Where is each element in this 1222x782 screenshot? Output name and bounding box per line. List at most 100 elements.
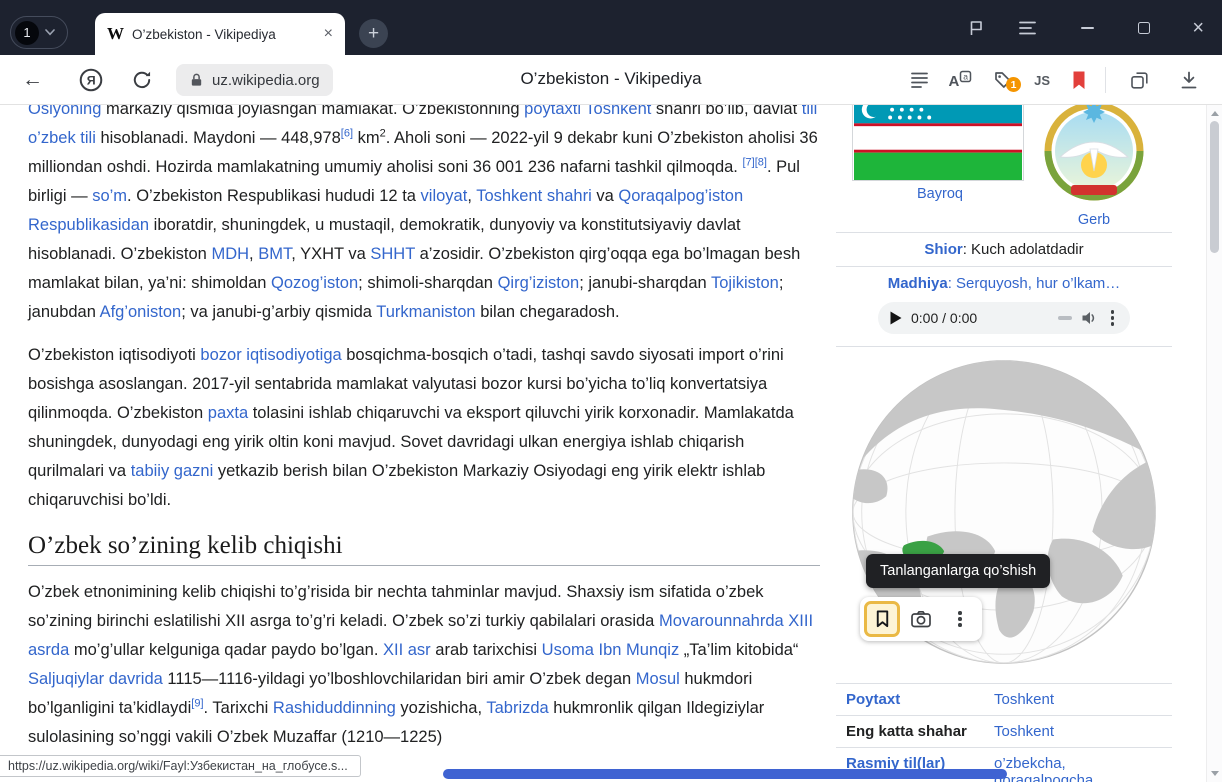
text-run: O’zbekiston iqtisodiyoti: [28, 346, 200, 364]
paragraph: O’zbekiston iqtisodiyoti bozor iqtisodiy…: [28, 341, 820, 515]
vertical-scrollbar[interactable]: [1206, 105, 1222, 782]
text-run: , YXHT va: [291, 245, 370, 263]
flag-caption-link[interactable]: Bayroq: [852, 186, 1028, 202]
wiki-link[interactable]: Tojikiston: [711, 274, 779, 292]
back-button[interactable]: ←: [22, 55, 43, 105]
scroll-down-arrow[interactable]: [1211, 771, 1219, 776]
bookmark-flag-button[interactable]: [1070, 55, 1088, 105]
search-by-image-button[interactable]: [903, 601, 939, 637]
svg-text:Я: Я: [87, 74, 96, 88]
add-to-collections-button[interactable]: [864, 601, 900, 637]
toolbar-divider: [1105, 67, 1106, 93]
language-link-2[interactable]: qoraqalpoqcha: [994, 772, 1093, 782]
svg-text:A: A: [949, 73, 960, 90]
wiki-link[interactable]: Qozog’iston: [271, 274, 358, 292]
wiki-link[interactable]: MDH: [211, 245, 249, 263]
text-run: va: [592, 187, 619, 205]
largest-city-value-link[interactable]: Toshkent: [994, 723, 1054, 740]
audio-player[interactable]: 0:00 / 0:00: [878, 302, 1130, 334]
volume-icon[interactable]: [1081, 310, 1098, 326]
uzbekistan-emblem-image[interactable]: [1042, 99, 1146, 203]
text-run: . Tarixchi: [204, 699, 273, 717]
tabs-sync-button[interactable]: [1129, 55, 1150, 105]
copy-tabs-icon: [1129, 70, 1150, 91]
text-run: O’zbek etnonimining kelib chiqishi to’g’…: [28, 583, 764, 630]
translate-button[interactable]: A a: [947, 55, 972, 105]
text-run: yozishicha,: [396, 699, 487, 717]
js-extension-button[interactable]: JS: [1034, 55, 1050, 105]
maximize-icon: [1138, 22, 1150, 34]
chevron-down-icon: [45, 29, 55, 36]
capital-label-link[interactable]: Poytaxt: [846, 691, 994, 708]
infobox-row-capital: Poytaxt Toshkent: [836, 684, 1172, 716]
image-more-actions-button[interactable]: [942, 601, 978, 637]
section-heading: O’zbek so’zining kelib chiqishi: [28, 531, 820, 566]
uzbekistan-flag-image[interactable]: [852, 95, 1024, 181]
bookmarks-panel-icon[interactable]: [967, 0, 985, 55]
yandex-button[interactable]: Я: [78, 55, 104, 105]
tab-group-chip[interactable]: 1: [10, 16, 68, 49]
reader-mode-button[interactable]: [909, 55, 930, 105]
country-infobox: Bayroq: [836, 95, 1172, 782]
scroll-up-arrow[interactable]: [1211, 111, 1219, 116]
text-run: ; janubi-sharqdan: [579, 274, 711, 292]
language-link-1[interactable]: o’zbekcha,: [994, 755, 1093, 772]
wiki-link[interactable]: Afg’oniston: [100, 303, 182, 321]
text-run: ; va janubi-g’arbiy qismida: [181, 303, 376, 321]
address-bar[interactable]: uz.wikipedia.org: [176, 64, 333, 96]
maximize-button[interactable]: [1138, 0, 1150, 55]
wiki-link[interactable]: viloyat: [421, 187, 468, 205]
downloads-button[interactable]: [1178, 55, 1200, 105]
browser-menu-icon[interactable]: [1019, 0, 1036, 55]
lock-icon: [189, 72, 204, 88]
audio-menu-kebab-icon[interactable]: [1107, 306, 1119, 330]
reference-link[interactable]: [6]: [341, 128, 353, 140]
anthem-title-link[interactable]: : Serquyosh, hur o’lkam…: [948, 275, 1121, 292]
wiki-link[interactable]: Tabrizda: [486, 699, 548, 717]
play-icon[interactable]: [890, 311, 902, 325]
anthem-label-link[interactable]: Madhiya: [888, 275, 948, 292]
image-action-tooltip: Tanlanganlarga qo’shish: [866, 554, 1050, 588]
wiki-link[interactable]: Rashiduddinning: [273, 699, 396, 717]
wiki-link[interactable]: Turkmaniston: [376, 303, 475, 321]
bookmark-icon: [873, 609, 892, 629]
wiki-link[interactable]: Usoma Ibn Munqiz: [542, 641, 680, 659]
bookmark-flag-icon: [1070, 70, 1088, 91]
section-paragraphs: O’zbek etnonimining kelib chiqishi to’g’…: [28, 578, 820, 752]
capital-value-link[interactable]: Toshkent: [994, 691, 1054, 708]
text-run: bilan chegaradosh.: [476, 303, 620, 321]
tab-title: O’zbekiston - Vikipediya: [132, 27, 316, 42]
wiki-link[interactable]: so’m: [92, 187, 127, 205]
emblem-caption-link[interactable]: Gerb: [1028, 212, 1160, 228]
wiki-link[interactable]: Saljuqiylar davrida: [28, 670, 163, 688]
new-tab-button[interactable]: +: [359, 19, 388, 48]
wiki-link[interactable]: paxta: [208, 404, 248, 422]
offers-button[interactable]: 1: [992, 55, 1014, 105]
wiki-link[interactable]: Toshkent shahri: [476, 187, 592, 205]
reference-link[interactable]: [9]: [191, 698, 203, 710]
horizontal-scroll-thumb[interactable]: [443, 769, 1007, 779]
text-run: hisoblanadi. Maydoni — 448,978: [96, 129, 341, 147]
wiki-link[interactable]: XII asr: [383, 641, 431, 659]
vertical-scroll-thumb[interactable]: [1210, 121, 1219, 253]
active-tab[interactable]: W O’zbekiston - Vikipediya ×: [95, 13, 345, 55]
wiki-link[interactable]: SHHT: [370, 245, 415, 263]
reference-link[interactable]: [7][8]: [742, 157, 766, 169]
motto-label-link[interactable]: Shior: [924, 241, 962, 258]
minimize-button[interactable]: [1081, 0, 1094, 55]
seek-bar[interactable]: [1058, 316, 1072, 320]
wiki-link[interactable]: tabiiy gazni: [131, 462, 214, 480]
wiki-link[interactable]: bozor iqtisodiyotiga: [200, 346, 341, 364]
article-body: Osiyoning markaziy qismida joylashgan ma…: [28, 95, 820, 766]
url-text: uz.wikipedia.org: [212, 72, 320, 89]
image-hover-toolbar: [860, 597, 982, 641]
tab-close-icon[interactable]: ×: [324, 26, 333, 42]
reload-button[interactable]: [130, 55, 154, 105]
wiki-link[interactable]: Mosul: [636, 670, 680, 688]
tab-group-count: 1: [15, 21, 39, 45]
wiki-link[interactable]: Qirg’iziston: [498, 274, 580, 292]
svg-text:a: a: [963, 72, 968, 82]
close-window-button[interactable]: ×: [1192, 0, 1204, 55]
download-icon: [1178, 70, 1200, 91]
wiki-link[interactable]: BMT: [258, 245, 291, 263]
